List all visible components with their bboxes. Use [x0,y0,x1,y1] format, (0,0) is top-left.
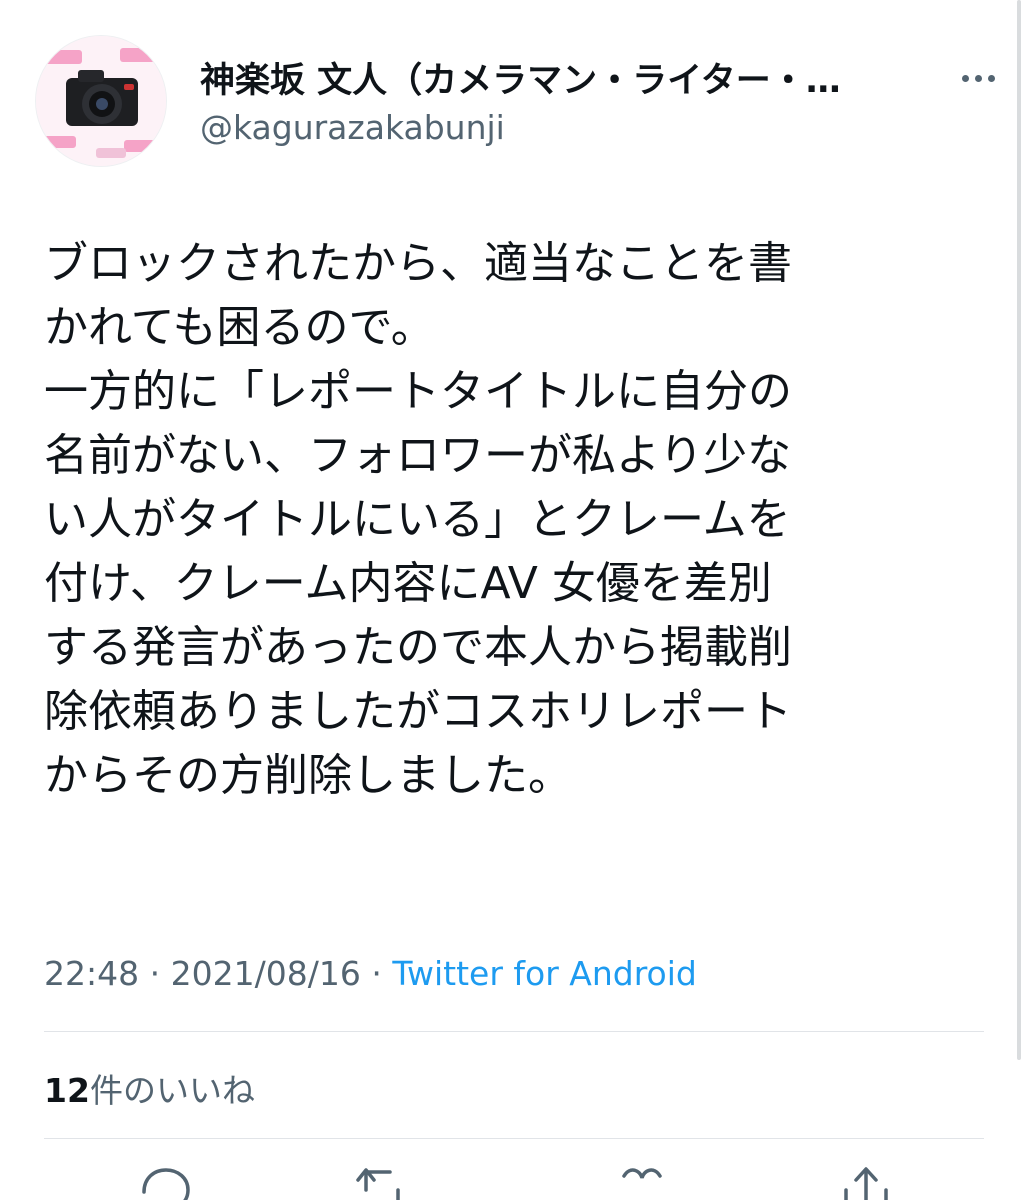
tweet-source-link[interactable]: Twitter for Android [392,954,697,993]
likes-count: 12 [44,1071,90,1110]
divider [44,1138,984,1139]
reply-icon[interactable] [136,1162,196,1200]
tweet-text-line: ブロックされたから、適当なことを書 [44,238,792,289]
tweet-time[interactable]: 22:48 [44,954,139,993]
more-icon[interactable] [946,56,1010,100]
tweet-text-line: かれても困るので。 [44,302,435,353]
tweet-text-line: からその方削除しました。 [44,750,572,801]
scrollbar[interactable] [1017,0,1021,1060]
meta-separator: · [371,954,382,993]
action-bar [0,1162,1026,1200]
retweet-icon[interactable] [352,1162,412,1200]
tweet-detail: 神楽坂 文人（カメラマン・ライター・… @kagurazakabunji ブロッ… [0,0,1026,1200]
tweet-text-line: 名前がない、フォロワーが私より少な [44,430,792,481]
tweet-text-line: 一方的に「レポートタイトルに自分の [44,366,792,417]
likes-summary[interactable]: 12件のいいね [44,1064,255,1112]
tweet-text: ブロックされたから、適当なことを書 かれても困るので。 一方的に「レポートタイト… [44,232,984,808]
tweet-text-line: 付け、クレーム内容にAV 女優を差別 [44,558,772,609]
avatar[interactable] [36,36,166,166]
tweet-date[interactable]: 2021/08/16 [171,954,361,993]
avatar-camera-image [36,36,166,166]
share-icon[interactable] [836,1162,896,1200]
tweet-text-line: い人がタイトルにいる」とクレームを [44,494,791,545]
author-handle[interactable]: @kagurazakabunji [200,108,505,147]
tweet-metadata: 22:48 · 2021/08/16 · Twitter for Android [44,954,697,993]
divider [44,1031,984,1032]
author-name[interactable]: 神楽坂 文人（カメラマン・ライター・… [200,52,940,103]
like-icon[interactable] [612,1162,672,1200]
likes-label: 件のいいね [89,1071,255,1110]
tweet-text-line: 除依頼ありましたがコスホリレポート [44,686,792,737]
tweet-text-line: する発言があったので本人から掲載削 [44,622,792,673]
meta-separator: · [149,954,161,993]
